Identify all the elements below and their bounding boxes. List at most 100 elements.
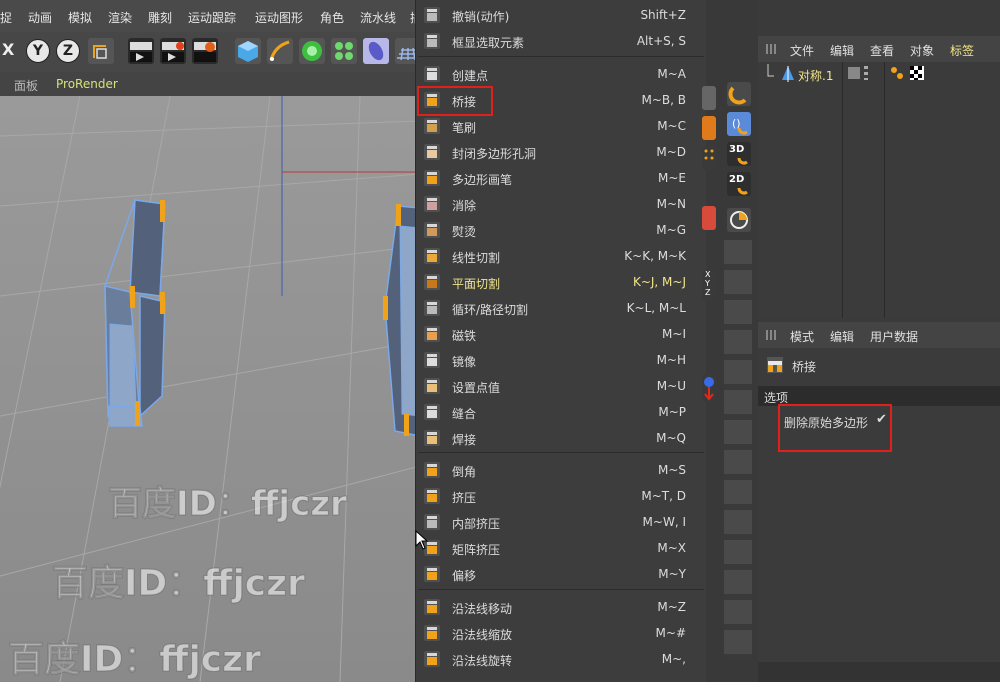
magnet-icon <box>422 324 442 344</box>
menu-separator <box>418 589 704 590</box>
texture-tag-icon[interactable] <box>910 66 924 80</box>
options-section-header[interactable]: 选项 <box>758 386 1000 406</box>
3d-viewport[interactable]: 百度ID：ffjczr 百度ID：ffjczr 百度ID：ffjczr <box>0 96 420 682</box>
menu-item-shortcut: M~U <box>656 379 686 393</box>
left-frame-object[interactable] <box>104 199 166 427</box>
viewport-prorender-menu[interactable]: ProRender <box>56 77 118 91</box>
menu-item-bevel[interactable]: 倒角 M~S <box>416 457 706 483</box>
menu-item-weld[interactable]: 焊接 M~Q <box>416 425 706 451</box>
2d-snap-button[interactable]: 2D <box>727 172 751 196</box>
om-menu-edit[interactable]: 编辑 <box>830 42 854 59</box>
create-point-icon <box>422 64 442 84</box>
render-view-icon[interactable] <box>128 38 154 64</box>
attr-panel-grip-icon[interactable] <box>766 330 778 340</box>
watermark-3: 百度ID：ffjczr <box>8 639 262 681</box>
menu-item-label: 磁铁 <box>452 329 477 343</box>
cloner-icon[interactable] <box>331 38 357 64</box>
viewport-panel-menu[interactable]: 面板 <box>14 77 38 94</box>
menu-item-set-point-value[interactable]: 设置点值 M~U <box>416 373 706 399</box>
menu-item-offset[interactable]: 偏移 M~Y <box>416 561 706 587</box>
cinema4d-window: 捉 动画 模拟 渲染 雕刻 运动跟踪 运动图形 角色 流水线 插 X Y Z <box>0 0 1000 682</box>
palette-side-icon-1[interactable] <box>702 86 716 110</box>
menu-item-normal-rotate[interactable]: 沿法线旋转 M~, <box>416 646 706 672</box>
menu-item-normal-move[interactable]: 沿法线移动 M~Z <box>416 594 706 620</box>
workplane-icon[interactable] <box>727 208 751 232</box>
palette-gravity-icon[interactable] <box>702 374 716 402</box>
y-axis-toggle[interactable]: Y <box>26 39 50 63</box>
object-row-symmetry[interactable]: 对称.1 <box>758 62 1000 86</box>
deformer-icon[interactable] <box>363 38 389 64</box>
palette-xyz-icon[interactable]: XYZ <box>702 270 716 300</box>
magnet-snap-icon[interactable] <box>727 82 751 106</box>
om-menu-tags[interactable]: 标签 <box>950 42 974 59</box>
menu-item-shortcut: M~D <box>656 145 686 159</box>
menu-item-label: 线性切割 <box>452 251 501 265</box>
menu-item-brush[interactable]: 笔刷 M~C <box>416 113 706 139</box>
menu-animation[interactable]: 动画 <box>28 9 52 26</box>
layer-tag-icon[interactable] <box>848 67 860 79</box>
menu-item-extrude-inner[interactable]: 内部挤压 M~W, I <box>416 509 706 535</box>
palette-side-icon-2[interactable] <box>702 116 716 140</box>
menu-item-stitch[interactable]: 缝合 M~P <box>416 399 706 425</box>
menu-item-mirror[interactable]: 镜像 M~H <box>416 347 706 373</box>
menu-sculpt[interactable]: 雕刻 <box>148 9 172 26</box>
disabled-palette-tools <box>724 240 752 660</box>
menu-item-extrude[interactable]: 挤压 M~T, D <box>416 483 706 509</box>
om-menu-view[interactable]: 查看 <box>870 42 894 59</box>
menu-item-plane-cut[interactable]: 平面切割 K~J, M~J <box>416 269 706 295</box>
subdivision-surface-icon[interactable] <box>299 38 325 64</box>
x-axis-toggle[interactable]: X <box>2 40 14 59</box>
cube-icon[interactable] <box>235 38 261 64</box>
menu-pipeline[interactable]: 流水线 <box>360 9 396 26</box>
menu-item-label: 多边形画笔 <box>452 173 513 187</box>
menu-item-shortcut: K~K, M~K <box>624 249 686 263</box>
render-to-picture-viewer-icon[interactable] <box>160 38 186 64</box>
menu-item-loop-cut[interactable]: 循环/路径切割 K~L, M~L <box>416 295 706 321</box>
menu-motion-tracking[interactable]: 运动跟踪 <box>188 9 236 26</box>
am-menu-edit[interactable]: 编辑 <box>830 328 854 345</box>
z-axis-toggle[interactable]: Z <box>56 39 80 63</box>
menu-mograph[interactable]: 运动图形 <box>255 9 303 26</box>
am-menu-user-data[interactable]: 用户数据 <box>870 328 918 345</box>
menu-item-magnet[interactable]: 磁铁 M~I <box>416 321 706 347</box>
menu-item-create-point[interactable]: 创建点 M~A <box>416 61 706 87</box>
om-menu-file[interactable]: 文件 <box>790 42 814 59</box>
render-settings-icon[interactable] <box>192 38 218 64</box>
3d-snap-button[interactable]: 3D <box>727 142 751 166</box>
palette-side-icon-4[interactable] <box>702 206 716 230</box>
panel-grip-icon[interactable] <box>766 44 778 54</box>
menu-item-matrix-extrude[interactable]: 矩阵挤压 M~X <box>416 535 706 561</box>
object-manager-menubar: 文件 编辑 查看 对象 标签 <box>758 36 1000 62</box>
menu-item-line-cut[interactable]: 线性切割 K~K, M~K <box>416 243 706 269</box>
palette-side-icon-3[interactable] <box>702 146 716 170</box>
am-menu-mode[interactable]: 模式 <box>790 328 814 345</box>
menu-simulate[interactable]: 模拟 <box>68 9 92 26</box>
menu-item-undo[interactable]: 撤销(动作) Shift+Z <box>416 2 706 28</box>
pen-spline-icon[interactable] <box>267 38 293 64</box>
normal-scale-icon <box>422 623 442 643</box>
menu-item-shortcut: M~X <box>657 541 686 555</box>
visibility-dots-icon[interactable] <box>864 66 868 80</box>
menu-item-label: 镜像 <box>452 355 477 369</box>
om-menu-object[interactable]: 对象 <box>910 42 934 59</box>
palette-xyz-label: XYZ <box>705 270 711 297</box>
menu-item-dissolve[interactable]: 消除 M~N <box>416 191 706 217</box>
menu-item-shortcut: Alt+S, S <box>636 34 686 48</box>
bridge-tool-icon <box>767 357 783 373</box>
menu-item-label: 偏移 <box>452 569 477 583</box>
frame-selection-icon <box>422 31 442 51</box>
menu-item-shortcut: M~N <box>656 197 686 211</box>
vertex-tag-icon[interactable] <box>890 66 904 80</box>
menu-item-polygon-pen[interactable]: 多边形画笔 M~E <box>416 165 706 191</box>
menu-item-shortcut: Shift+Z <box>640 8 686 22</box>
menu-item-frame-selection[interactable]: 框显选取元素 Alt+S, S <box>416 28 706 54</box>
menu-item-iron[interactable]: 熨烫 M~G <box>416 217 706 243</box>
menu-separator <box>418 56 704 57</box>
menu-item-normal-scale[interactable]: 沿法线缩放 M~# <box>416 620 706 646</box>
menu-snap[interactable]: 捉 <box>0 9 12 26</box>
snap-settings-icon[interactable]: () <box>727 112 751 136</box>
menu-item-close-polygon-hole[interactable]: 封闭多边形孔洞 M~D <box>416 139 706 165</box>
menu-render[interactable]: 渲染 <box>108 9 132 26</box>
coordinate-system-icon[interactable] <box>88 38 114 64</box>
menu-character[interactable]: 角色 <box>320 9 344 26</box>
